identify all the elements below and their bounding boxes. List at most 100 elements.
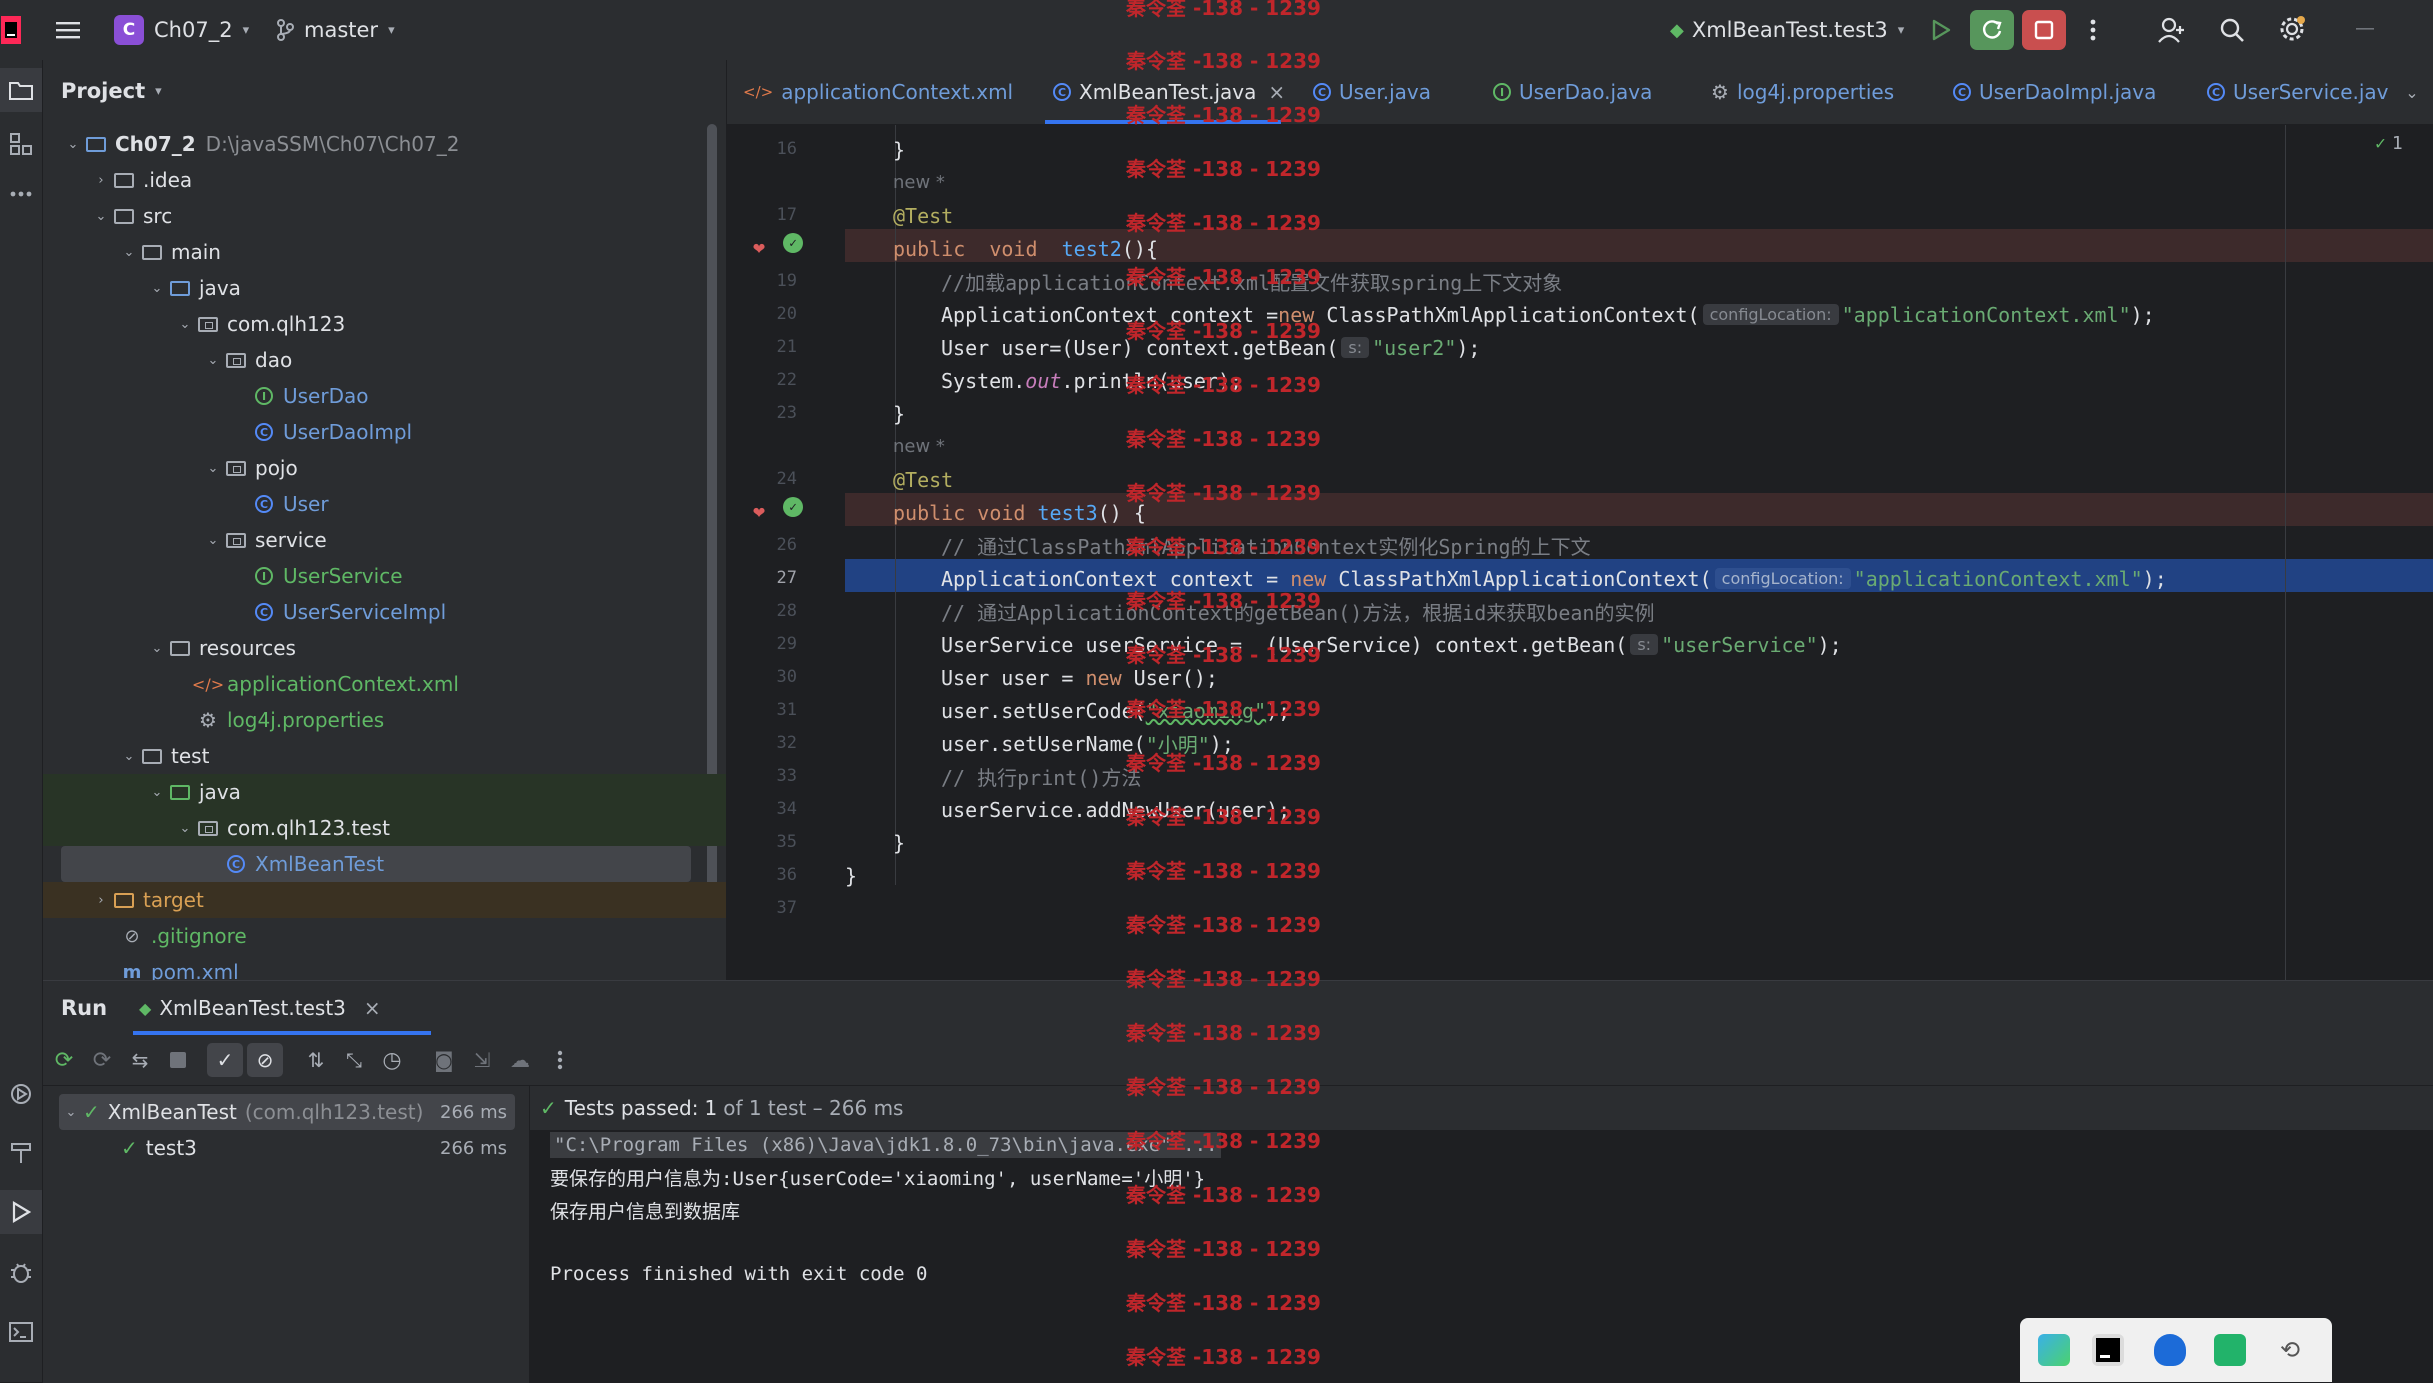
tree-row-test-java[interactable]: ⌄ java xyxy=(43,774,726,810)
tab-userservice-java[interactable]: C UserService.jav xyxy=(2207,60,2389,124)
tree-row-target[interactable]: › target xyxy=(43,882,726,918)
tree-row-userdao[interactable]: I UserDao xyxy=(43,378,726,414)
tab-applicationcontext-xml[interactable]: </> applicationContext.xml xyxy=(743,60,1013,124)
project-panel-title: Project xyxy=(61,79,146,103)
settings-gear-icon[interactable] xyxy=(2274,12,2310,46)
project-tool-window-icon[interactable] xyxy=(0,68,42,112)
maven-file-icon: m xyxy=(122,961,142,981)
show-ignored-icon[interactable]: ⊘ xyxy=(247,1043,283,1077)
rerun-button[interactable] xyxy=(1970,10,2014,50)
tree-row-userdaoimpl[interactable]: C UserDaoImpl xyxy=(43,414,726,450)
test-results-tree[interactable]: ⌄ ✓ XmlBeanTest (com.qlh123.test) 266 ms… xyxy=(43,1086,530,1383)
tree-row-appcontext-xml[interactable]: </> applicationContext.xml xyxy=(43,666,726,702)
tree-row-userservice[interactable]: I UserService xyxy=(43,558,726,594)
tab-userdaoimpl-java[interactable]: C UserDaoImpl.java xyxy=(1953,60,2156,124)
tree-row-xmlbeantest[interactable]: C XmlBeanTest xyxy=(61,846,691,882)
test-name: test3 xyxy=(145,1136,197,1160)
run-tool-window-icon[interactable] xyxy=(0,1190,42,1234)
test-suite-row[interactable]: ⌄ ✓ XmlBeanTest (com.qlh123.test) 266 ms xyxy=(59,1094,515,1130)
class-icon: C xyxy=(251,603,277,621)
search-icon[interactable] xyxy=(2214,14,2250,46)
export-results-icon[interactable]: ⇲ xyxy=(465,1043,499,1077)
shield-app-icon[interactable] xyxy=(2154,1334,2186,1366)
toggle-auto-test-icon[interactable]: ⇆ xyxy=(123,1043,157,1077)
tree-row-log4j[interactable]: ⚙ log4j.properties xyxy=(43,702,726,738)
tree-row-user[interactable]: C User xyxy=(43,486,726,522)
tab-log4j-properties[interactable]: ⚙ log4j.properties xyxy=(1711,60,1894,124)
debug-bug-icon[interactable] xyxy=(0,1250,42,1294)
stop-icon[interactable] xyxy=(161,1043,195,1077)
more-tool-windows-icon[interactable] xyxy=(0,172,42,216)
tree-label: pojo xyxy=(255,456,298,480)
import-results-icon[interactable]: ☁ xyxy=(503,1043,537,1077)
sort-alphabetically-icon[interactable]: ⇅ xyxy=(299,1043,333,1077)
tree-row-main-java[interactable]: ⌄ java xyxy=(43,270,726,306)
chevron-down-icon: ▾ xyxy=(155,83,162,99)
tree-row-pom[interactable]: m pom.xml xyxy=(43,954,726,981)
project-panel-header[interactable]: Project ▾ xyxy=(61,60,162,122)
run-test-gutter-icon[interactable]: ✓ xyxy=(783,233,803,253)
tree-row-resources[interactable]: ⌄ resources xyxy=(43,630,726,666)
tree-row-test-package[interactable]: ⌄ com.qlh123.test xyxy=(43,810,726,846)
watermark-text: 秦令荃 -138 - 1239 xyxy=(1126,49,1321,73)
watermark-text: 秦令荃 -138 - 1239 xyxy=(1126,859,1321,883)
main-menu-icon[interactable] xyxy=(52,16,84,44)
project-tree[interactable]: ⌄ Ch07_2 D:\javaSSM\Ch07\Ch07_2 › .idea … xyxy=(43,126,726,980)
tree-row-service[interactable]: ⌄ service xyxy=(43,522,726,558)
run-button[interactable] xyxy=(1924,14,1958,46)
run-test-gutter-icon[interactable]: ✓ xyxy=(783,497,803,517)
breakpoint-icon[interactable]: ❤ xyxy=(753,499,765,523)
run-tab-xmlbeantest[interactable]: ◆ XmlBeanTest.test3 × xyxy=(139,981,381,1035)
watermark-text: 秦令荃 -138 - 1239 xyxy=(1126,913,1321,937)
tree-row-test[interactable]: ⌄ test xyxy=(43,738,726,774)
tab-label: UserDao.java xyxy=(1519,80,1653,104)
rerun-icon[interactable]: ⟳ xyxy=(47,1043,81,1077)
tree-row-module[interactable]: ⌄ Ch07_2 D:\javaSSM\Ch07\Ch07_2 xyxy=(43,126,726,162)
tree-row-idea[interactable]: › .idea xyxy=(43,162,726,198)
test-history-icon[interactable]: ◷ xyxy=(375,1043,409,1077)
screenshot-camera-icon[interactable]: ◙ xyxy=(427,1043,461,1077)
tab-list-chevron-icon[interactable]: ⌄ xyxy=(2397,76,2427,108)
tree-row-main[interactable]: ⌄ main xyxy=(43,234,726,270)
code-vision-hint[interactable]: new * xyxy=(845,430,945,463)
more-actions-icon[interactable] xyxy=(2080,14,2106,46)
inspection-widget[interactable]: ✓ 1 xyxy=(2375,133,2403,154)
intellij-taskbar-icon[interactable] xyxy=(2092,1334,2124,1366)
build-hammer-icon[interactable] xyxy=(0,1130,42,1174)
tree-row-dao[interactable]: ⌄ dao xyxy=(43,342,726,378)
tab-user-java[interactable]: C User.java xyxy=(1313,60,1431,124)
more-actions-icon[interactable] xyxy=(547,1043,573,1077)
terminal-icon[interactable] xyxy=(0,1310,42,1354)
line-number: 21 xyxy=(776,337,797,357)
test-case-row[interactable]: ✓ test3 266 ms xyxy=(59,1130,515,1166)
tree-row-userserviceimpl[interactable]: C UserServiceImpl xyxy=(43,594,726,630)
minimize-window-icon[interactable] xyxy=(2350,14,2380,46)
code-vision-hint[interactable]: new * xyxy=(845,166,945,199)
vcs-branch-widget[interactable]: master ▾ xyxy=(276,0,395,60)
close-tab-icon[interactable]: × xyxy=(364,996,381,1020)
sort-by-duration-icon[interactable]: ⤡ xyxy=(337,1043,371,1077)
intellij-logo-icon[interactable] xyxy=(0,14,22,46)
store-app-icon[interactable] xyxy=(2038,1334,2070,1366)
test-source-folder-icon xyxy=(167,784,193,800)
watermark-text: 秦令荃 -138 - 1239 xyxy=(1126,211,1321,235)
wechat-app-icon[interactable] xyxy=(2214,1334,2246,1366)
tree-row-pojo[interactable]: ⌄ pojo xyxy=(43,450,726,486)
rerun-failed-icon[interactable]: ⟳ xyxy=(85,1043,119,1077)
sync-app-icon[interactable]: ⟲ xyxy=(2274,1334,2306,1366)
services-icon[interactable] xyxy=(0,1072,42,1116)
code-line: public void test3() { xyxy=(893,500,1146,525)
code-editor[interactable]: 16 17 19 20 21 22 23 24 26 27 28 29 30 3… xyxy=(727,125,2433,980)
watermark-text: 秦令荃 -138 - 1239 xyxy=(1126,1075,1321,1099)
tab-userdao-java[interactable]: I UserDao.java xyxy=(1493,60,1652,124)
project-widget[interactable]: C Ch07_2 ▾ xyxy=(114,0,249,60)
structure-icon[interactable] xyxy=(0,122,42,166)
run-config-widget[interactable]: ◆ XmlBeanTest.test3 ▾ xyxy=(1670,0,1904,60)
breakpoint-icon[interactable]: ❤ xyxy=(753,235,765,259)
tree-row-src[interactable]: ⌄ src xyxy=(43,198,726,234)
show-passed-icon[interactable]: ✓ xyxy=(207,1043,243,1077)
code-with-me-icon[interactable] xyxy=(2154,14,2190,46)
tree-row-gitignore[interactable]: ⊘ .gitignore xyxy=(43,918,726,954)
tree-row-package[interactable]: ⌄ com.qlh123 xyxy=(43,306,726,342)
stop-button[interactable] xyxy=(2022,10,2066,50)
